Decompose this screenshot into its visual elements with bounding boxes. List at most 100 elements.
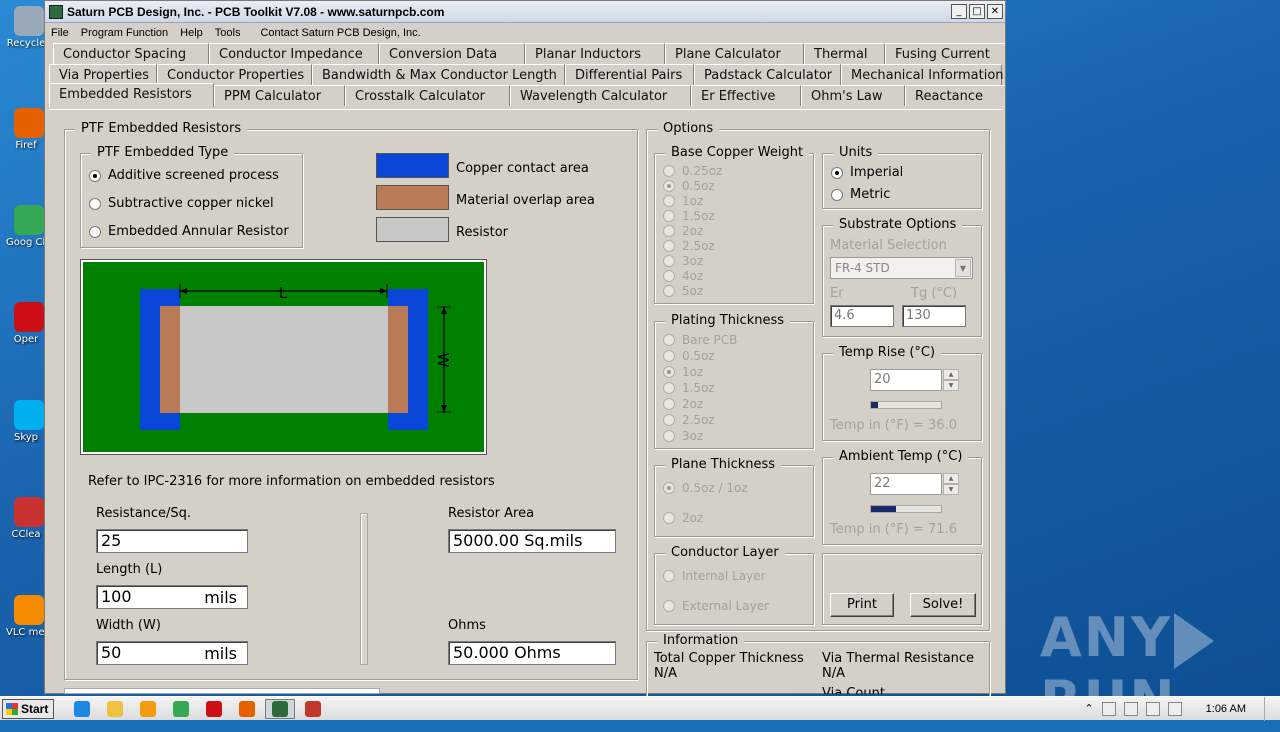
plating-option[interactable]: Bare PCB (663, 333, 737, 347)
radio-button[interactable] (663, 398, 675, 410)
show-desktop-button[interactable] (1264, 696, 1274, 721)
er-input[interactable]: 4.6 (830, 305, 894, 327)
ambient-temp-spin-buttons[interactable]: ▲ ▼ (943, 473, 959, 495)
radio-button[interactable] (663, 430, 675, 442)
plating-label: Bare PCB (682, 333, 738, 347)
taskbar-pcb-toolkit-button[interactable] (265, 698, 295, 719)
taskbar-explorer-button[interactable] (100, 699, 130, 719)
base-copper-option[interactable]: 1oz (663, 194, 703, 208)
plating-option[interactable]: 2.5oz (663, 413, 715, 427)
spin-up-icon[interactable]: ▲ (943, 473, 959, 484)
radio-button[interactable] (831, 166, 843, 179)
units-option[interactable]: Imperial (831, 165, 903, 180)
base-copper-option[interactable]: 4oz (663, 269, 703, 283)
plating-option[interactable]: 1.5oz (663, 381, 715, 395)
radio-button[interactable] (663, 195, 675, 207)
tray-app-icon[interactable] (1101, 701, 1116, 716)
radio-button[interactable] (663, 285, 675, 297)
material-select-value: FR-4 STD (835, 261, 890, 275)
radio-button[interactable] (663, 570, 675, 582)
base-copper-option[interactable]: 0.5oz (663, 179, 715, 193)
splitter-bar[interactable] (360, 513, 368, 665)
radio-button[interactable] (663, 180, 675, 192)
radio-button[interactable] (831, 188, 843, 201)
radio-button[interactable] (663, 255, 675, 267)
radio-button[interactable] (663, 240, 675, 252)
temp-rise-spin-buttons[interactable]: ▲ ▼ (943, 369, 959, 391)
radio-button[interactable] (663, 600, 675, 612)
radio-button[interactable] (663, 210, 675, 222)
conductor-layer-label: External Layer (682, 599, 770, 613)
base-copper-option[interactable]: 0.25oz (663, 164, 722, 178)
radio-button[interactable] (89, 225, 101, 238)
plating-option[interactable]: 2oz (663, 397, 703, 411)
plating-option[interactable]: 3oz (663, 429, 703, 443)
ambient-temp-spinner[interactable]: 22 ▲ ▼ (870, 473, 959, 495)
spin-up-icon[interactable]: ▲ (943, 369, 959, 380)
ptf-type-option[interactable]: Additive screened process (89, 168, 279, 183)
ptf-type-option[interactable]: Subtractive copper nickel (89, 196, 274, 211)
spin-down-icon[interactable]: ▼ (943, 380, 959, 391)
material-select[interactable]: FR-4 STD ▼ (830, 257, 973, 279)
base-copper-option[interactable]: 2.5oz (663, 239, 715, 253)
chrome-icon (173, 700, 189, 717)
plane-thickness-option[interactable]: 2oz (663, 511, 703, 525)
via-thermal-value: N/A (822, 666, 845, 681)
radio-button[interactable] (663, 512, 675, 524)
radio-button[interactable] (663, 334, 675, 346)
spin-down-icon[interactable]: ▼ (943, 484, 959, 495)
start-button[interactable]: Start (2, 698, 54, 719)
plating-label: 1.5oz (682, 381, 715, 395)
taskbar-chrome-button[interactable] (166, 699, 196, 719)
tray-flag-icon[interactable] (1167, 701, 1182, 716)
radio-button[interactable] (663, 350, 675, 362)
conductor-layer-option[interactable]: Internal Layer (663, 569, 766, 583)
radio-button[interactable] (663, 414, 675, 426)
temp-rise-readout: Temp in (°F) = 36.0 (830, 418, 957, 433)
resistor-area-output[interactable]: 5000.00 Sq.mils (448, 529, 616, 553)
tg-input[interactable]: 130 (902, 305, 966, 327)
taskbar-ie-button[interactable] (67, 699, 97, 719)
taskbar-opera-button[interactable] (199, 699, 229, 719)
plating-option[interactable]: 1oz (663, 365, 703, 379)
ptf-type-title: PTF Embedded Type (91, 145, 235, 160)
taskbar-media-button[interactable] (133, 699, 163, 719)
scrollbar-horizontal[interactable] (64, 688, 380, 694)
radio-button[interactable] (663, 165, 675, 177)
radio-button[interactable] (89, 169, 101, 182)
units-option[interactable]: Metric (831, 187, 890, 202)
chevron-down-icon[interactable]: ▼ (955, 259, 971, 277)
radio-button[interactable] (663, 366, 675, 378)
radio-button[interactable] (663, 382, 675, 394)
base-copper-option[interactable]: 3oz (663, 254, 703, 268)
clock[interactable]: 1:06 AM (1206, 703, 1246, 715)
width-input[interactable]: 50 mils (96, 641, 248, 665)
length-input[interactable]: 100 mils (96, 585, 248, 609)
base-copper-option[interactable]: 2oz (663, 224, 703, 238)
print-button[interactable]: Print (830, 593, 894, 617)
ptf-type-label: Additive screened process (108, 168, 279, 183)
tab-embedded-resistors[interactable]: Embedded Resistors (49, 83, 214, 107)
conductor-layer-option[interactable]: External Layer (663, 599, 769, 613)
radio-button[interactable] (89, 197, 101, 210)
ohms-output[interactable]: 50.000 Ohms (448, 641, 616, 665)
tray-network-icon[interactable] (1123, 701, 1138, 716)
temp-rise-spinner[interactable]: 20 ▲ ▼ (870, 369, 959, 391)
base-copper-option[interactable]: 5oz (663, 284, 703, 298)
base-copper-option[interactable]: 1.5oz (663, 209, 715, 223)
radio-button[interactable] (663, 482, 675, 494)
solve-button[interactable]: Solve! (910, 593, 976, 617)
plating-option[interactable]: 0.5oz (663, 349, 715, 363)
ptf-type-option[interactable]: Embedded Annular Resistor (89, 224, 289, 239)
radio-button[interactable] (663, 225, 675, 237)
tray-volume-icon[interactable] (1145, 701, 1160, 716)
legend-swatch (376, 217, 449, 242)
plane-thickness-option[interactable]: 0.5oz / 1oz (663, 481, 748, 495)
resistance-input[interactable]: 25 (96, 529, 248, 553)
taskbar-acrobat-button[interactable] (298, 699, 328, 719)
ptf-group-title: PTF Embedded Resistors (75, 121, 248, 136)
taskbar-firefox-button[interactable] (232, 699, 262, 719)
radio-button[interactable] (663, 270, 675, 282)
tray-expand-icon[interactable]: ⌃ (1084, 702, 1093, 715)
width-field-label: Width (W) (96, 618, 161, 633)
